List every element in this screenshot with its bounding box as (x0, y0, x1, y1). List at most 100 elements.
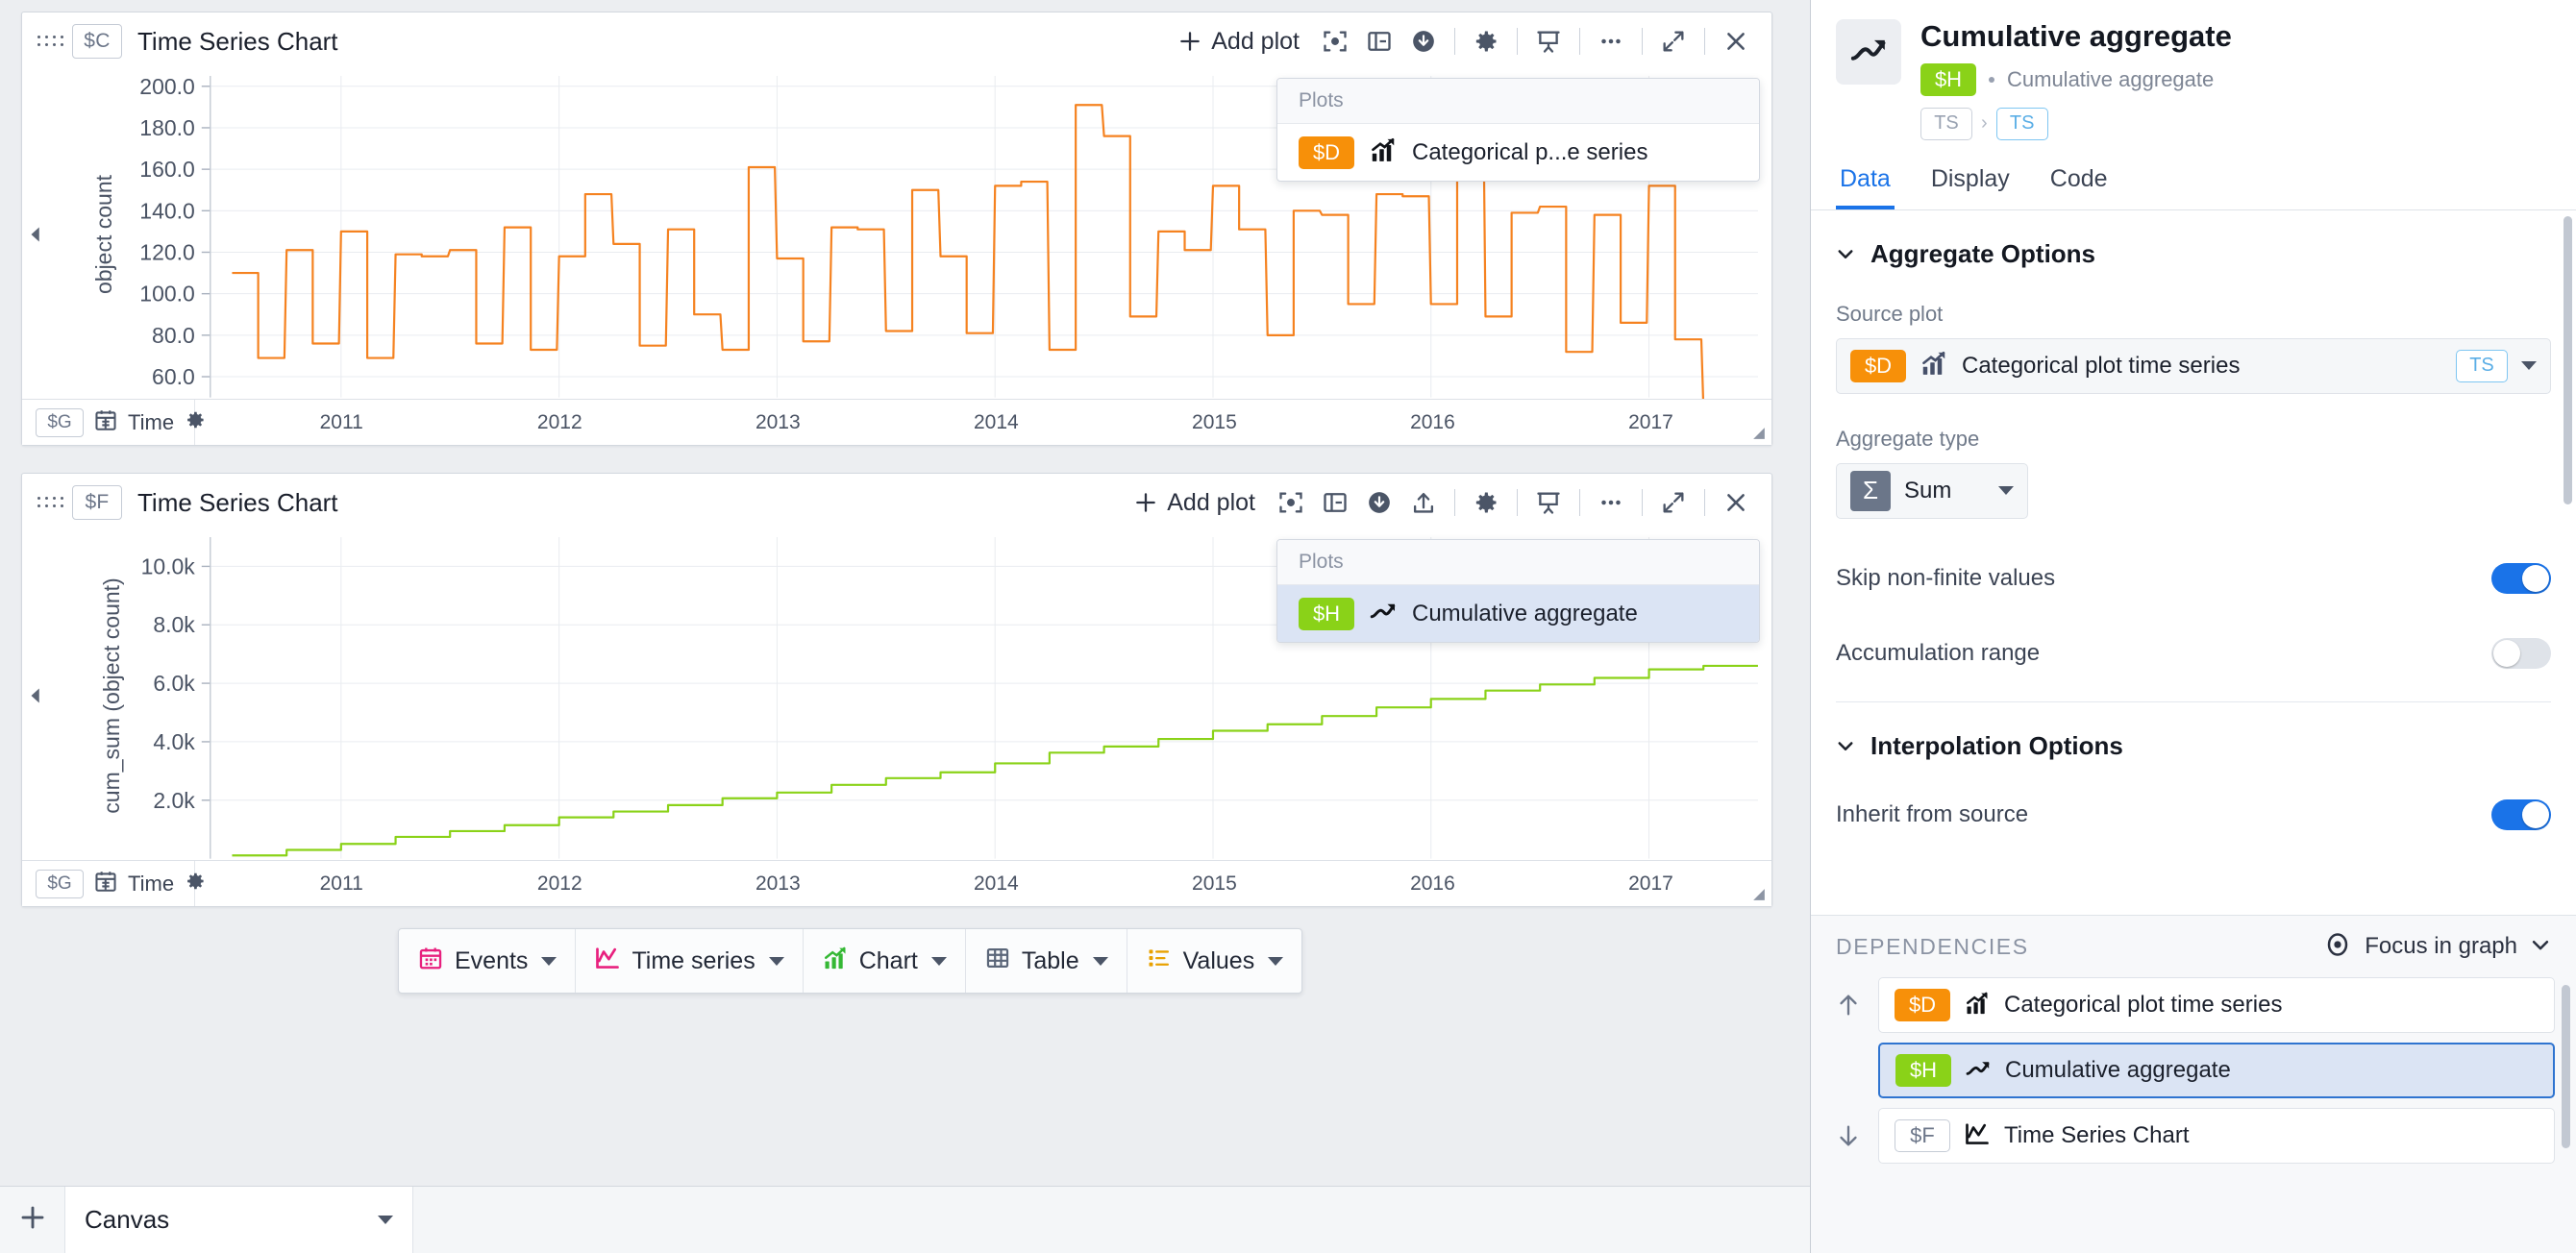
drag-handle-icon[interactable] (37, 31, 63, 52)
section-aggregate-options-title: Aggregate Options (1870, 238, 2096, 268)
layout-panel-icon[interactable] (1357, 19, 1401, 63)
drag-handle-icon[interactable] (37, 492, 63, 513)
chart-panel-1-toolbar: Add plot (1174, 19, 1758, 63)
inspector-scrollbar[interactable] (2564, 215, 2572, 504)
toggle-label-skip-non-finite: Skip non-finite values (1836, 564, 2056, 591)
presentation-icon[interactable] (1526, 480, 1571, 525)
toggle-row-accumulation-range: Accumulation range (1836, 637, 2551, 669)
inspector-type-chip-0[interactable]: TS (1920, 107, 1972, 140)
expand-icon[interactable] (1651, 19, 1696, 63)
chart-1-x-axis-chip[interactable]: $G (36, 407, 84, 437)
gear-icon[interactable] (1464, 19, 1508, 63)
download-icon[interactable] (1401, 19, 1446, 63)
calendar-icon (93, 869, 118, 898)
inspector-type-chip-1[interactable]: TS (1995, 107, 2048, 140)
aggregate-type-value: Sum (1904, 477, 1952, 504)
chart-panel-1-header: $C Time Series Chart Add plot (22, 12, 1771, 70)
presentation-icon[interactable] (1526, 19, 1571, 63)
chart-panel-2-header: $F Time Series Chart Add plot (22, 474, 1771, 531)
toggle-skip-non-finite[interactable] (2491, 562, 2551, 594)
toolbar-divider (1579, 489, 1580, 516)
more-icon[interactable] (1589, 19, 1633, 63)
chevron-down-icon[interactable] (2530, 934, 2551, 960)
upload-icon[interactable] (1401, 480, 1446, 525)
section-interpolation-options[interactable]: Interpolation Options (1836, 702, 2551, 761)
dependency-badge-0: $D (1895, 989, 1950, 1021)
calendar-icon (93, 407, 118, 437)
aggregate-type-select[interactable]: Σ Sum (1836, 462, 2028, 519)
chart-panel-2-toolbar: Add plot (1129, 480, 1758, 525)
sigma-icon: Σ (1850, 470, 1891, 511)
chart-1-resize-handle[interactable] (1752, 427, 1766, 440)
gear-icon[interactable] (1464, 480, 1508, 525)
chart-2-resize-handle[interactable] (1752, 888, 1766, 901)
arrow-down-icon (1832, 1122, 1865, 1149)
dependency-card-time-series-chart[interactable]: $F Time Series Chart (1878, 1108, 2555, 1164)
add-canvas-button[interactable] (0, 1187, 65, 1253)
chart-2-x-axis-chip[interactable]: $G (36, 869, 84, 898)
chart-1-plots-popup-header: Plots (1277, 79, 1759, 124)
section-aggregate-options[interactable]: Aggregate Options (1836, 210, 2551, 269)
tab-code[interactable]: Code (2046, 160, 2112, 209)
download-icon[interactable] (1357, 480, 1401, 525)
more-icon[interactable] (1589, 480, 1633, 525)
y-tick-label: 2.0k (153, 788, 195, 813)
widget-button-table[interactable]: Table (966, 929, 1127, 993)
add-plot-label-1: Add plot (1211, 27, 1300, 55)
chart-1-plots-row-0[interactable]: $D Categorical p...e series (1277, 124, 1759, 181)
arrow-up-icon (1832, 992, 1865, 1019)
tab-display[interactable]: Display (1927, 160, 2014, 209)
close-icon[interactable] (1714, 480, 1758, 525)
chevron-down-icon[interactable] (2521, 361, 2537, 371)
chart-panel-1-id-chip[interactable]: $C (72, 24, 122, 59)
close-icon[interactable] (1714, 19, 1758, 63)
toolbar-divider (1579, 28, 1580, 55)
focus-in-graph-button[interactable]: Focus in graph (2323, 930, 2551, 964)
expand-icon[interactable] (1651, 480, 1696, 525)
widget-button-values[interactable]: Values (1127, 929, 1302, 993)
add-plot-button-2[interactable]: Add plot (1129, 489, 1269, 517)
y-tick-label: 10.0k (141, 553, 196, 578)
x-tick-label: 2012 (536, 410, 582, 433)
canvas-tab[interactable]: Canvas (65, 1187, 413, 1253)
widget-button-events-label: Events (455, 946, 529, 974)
dependency-badge-1: $H (1895, 1054, 1951, 1087)
focus-icon[interactable] (1313, 19, 1357, 63)
x-tick-label: 2017 (1628, 410, 1673, 433)
widget-button-time-series[interactable]: Time series (576, 929, 804, 993)
x-tick-label: 2015 (1192, 872, 1237, 895)
dependency-label-1: Cumulative aggregate (2005, 1057, 2231, 1083)
chevron-down-icon (768, 956, 784, 966)
chart-2-plots-popup: Plots $H Cumulative aggregate (1276, 539, 1760, 643)
toolbar-divider (1642, 489, 1643, 516)
layout-panel-icon[interactable] (1313, 480, 1357, 525)
chart-panel-2-id-chip[interactable]: $F (72, 485, 122, 520)
separator-dot-icon (1989, 76, 1994, 83)
tab-data[interactable]: Data (1836, 160, 1895, 209)
chart-2-x-axis-name: Time (128, 871, 175, 896)
chevron-down-icon (930, 956, 947, 966)
chart-1-plot-badge: $D (1299, 135, 1354, 169)
chart-2-plots-row-0[interactable]: $H Cumulative aggregate (1277, 585, 1759, 642)
toggle-accumulation-range[interactable] (2491, 637, 2551, 669)
chart-panel-2-title: Time Series Chart (137, 487, 338, 517)
dependencies-header: DEPENDENCIES Focus in graph (1811, 916, 2576, 977)
widget-button-chart[interactable]: Chart (804, 929, 966, 993)
toolbar-divider (1517, 28, 1518, 55)
widget-button-events[interactable]: Events (399, 929, 577, 993)
chevron-down-icon[interactable] (1998, 486, 2014, 496)
dependencies-scrollbar[interactable] (2562, 985, 2570, 1148)
toggle-inherit-from-source[interactable] (2491, 798, 2551, 830)
chevron-down-icon[interactable] (378, 1216, 393, 1224)
chevron-down-icon (1268, 956, 1284, 966)
bar-chart-up-icon (1920, 349, 1948, 382)
dependency-card-cumulative-aggregate[interactable]: $H Cumulative aggregate (1878, 1043, 2555, 1098)
focus-icon[interactable] (1269, 480, 1313, 525)
source-plot-select[interactable]: $D Categorical plot time series TS (1836, 337, 2551, 394)
dependency-label-2: Time Series Chart (2004, 1122, 2190, 1148)
section-interpolation-options-title: Interpolation Options (1870, 730, 2123, 760)
chart-1-plots-popup: Plots $D Categorical p...e series (1276, 78, 1760, 182)
inspector-subtitle-row: $H Cumulative aggregate (1920, 62, 2551, 96)
dependency-card-categorical-plot[interactable]: $D Categorical plot time series (1878, 977, 2555, 1033)
add-plot-button-1[interactable]: Add plot (1174, 28, 1313, 56)
